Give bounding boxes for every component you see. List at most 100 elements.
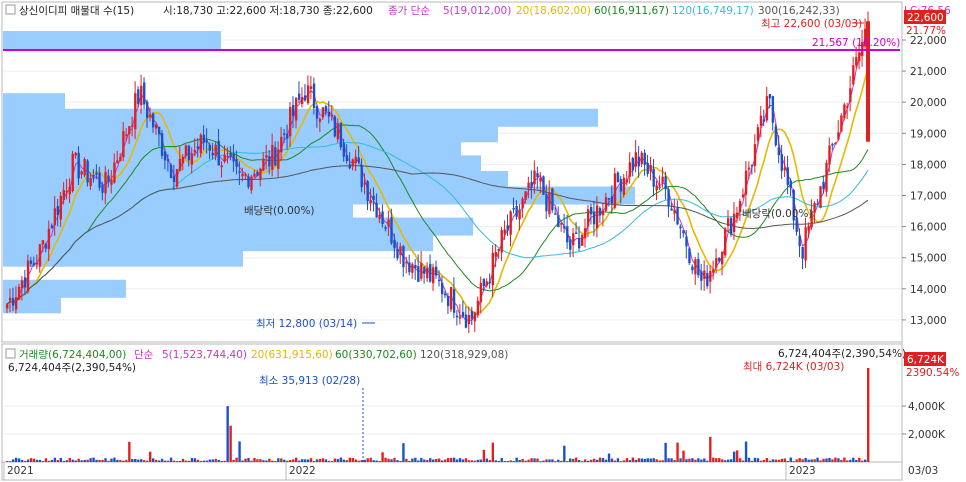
candle-body [277, 149, 280, 169]
candle-body [315, 106, 319, 119]
candle-body [464, 314, 468, 328]
candle-body [586, 209, 590, 227]
candle-body [637, 156, 640, 167]
volume-bar [384, 457, 387, 462]
volume-bar [563, 445, 566, 462]
candle-body [432, 267, 435, 284]
volume-bar [735, 450, 739, 462]
volume-bar [396, 460, 399, 462]
volume-bar [461, 459, 465, 462]
volume-bar [852, 457, 855, 462]
volume-bar [509, 460, 512, 462]
volume-badge-text: 6,724K [907, 354, 945, 366]
volume-bar [738, 458, 742, 462]
volume-ma-prefix: 단순 [134, 349, 154, 361]
candle-body [399, 246, 402, 256]
candle-body [551, 188, 554, 211]
volume-bar [712, 457, 715, 462]
candle-body [166, 159, 170, 161]
volume-bar [578, 459, 581, 462]
volume-bar [80, 460, 83, 462]
volume-bar [834, 457, 837, 462]
profile-bar [3, 295, 61, 314]
candle-body [265, 155, 268, 158]
volume-bar [113, 457, 116, 462]
candle-body [229, 153, 232, 157]
candle-body [706, 272, 709, 287]
candle-body [822, 181, 825, 189]
candle-body [721, 251, 724, 265]
candle-body [813, 203, 816, 213]
candle-body [530, 182, 533, 188]
volume-bar [607, 453, 611, 462]
candle-body [324, 106, 328, 112]
candle-body [357, 157, 360, 163]
volume-bar [664, 442, 667, 462]
volume-bar [172, 460, 176, 462]
volume-bar [104, 458, 107, 462]
volume-bar [321, 458, 325, 462]
volume-bar [65, 460, 68, 462]
volume-bar [62, 460, 65, 462]
volume-bar [470, 460, 474, 462]
price-axis: 22,000 21,000 20,000 19,000 18,000 17,000 16,0… [902, 35, 947, 327]
candle-body [652, 168, 655, 187]
candle-body [494, 252, 497, 257]
volume-bar [768, 460, 772, 462]
volume-bar [595, 459, 599, 462]
volume-bar [378, 460, 381, 462]
volume-bar [351, 458, 354, 462]
volume-bar [575, 457, 578, 462]
ma-120: 120(16,749,17) [672, 5, 754, 17]
volume-bar [306, 459, 310, 462]
candle-body [402, 246, 405, 268]
candle-body [789, 180, 792, 188]
volume-bar [679, 458, 682, 462]
volume-bar [181, 458, 185, 462]
volume-bar [831, 459, 834, 462]
candle-body [572, 233, 575, 246]
volume-bar [741, 460, 745, 462]
volume-bar [330, 461, 334, 462]
volume-total-right: 6,724,404주(2,390,54%) [778, 348, 906, 360]
volume-bar [536, 458, 539, 462]
volume-bar [134, 458, 137, 462]
candle-body [199, 134, 203, 154]
candle-body [777, 147, 781, 156]
candle-body [250, 176, 253, 191]
volume-bar [277, 458, 280, 462]
candle-body [786, 167, 789, 185]
volume-bar [426, 460, 429, 462]
candle-body [491, 252, 495, 286]
volume-bar [801, 459, 804, 462]
candle-body [783, 167, 786, 171]
volume-bar [128, 441, 131, 462]
candle-body [187, 145, 191, 161]
candle-body [569, 239, 572, 250]
candle-body [211, 152, 214, 156]
candle-body [732, 213, 736, 232]
volume-bar [116, 459, 119, 462]
candle-body [83, 159, 86, 176]
candle-body [467, 315, 471, 325]
volume-bar [765, 457, 769, 462]
candle-body [521, 198, 524, 209]
candle-body [280, 136, 283, 153]
candle-body [578, 237, 581, 249]
volume-bar [566, 461, 569, 462]
volume-bar [598, 457, 602, 462]
volume-bar [83, 459, 86, 462]
volume-bar [423, 459, 426, 462]
candle-body [697, 259, 700, 276]
volume-bar [500, 458, 503, 462]
candle-body [116, 160, 119, 164]
price-tick-label: 17,000 [910, 191, 947, 203]
candle-body [202, 134, 206, 143]
candle-body [181, 156, 185, 164]
candle-body [384, 227, 387, 229]
volume-bar [440, 460, 444, 462]
volume-bar [11, 459, 15, 462]
candle-body [780, 154, 783, 171]
volume-bar [6, 461, 9, 462]
volume-bar [41, 461, 45, 462]
